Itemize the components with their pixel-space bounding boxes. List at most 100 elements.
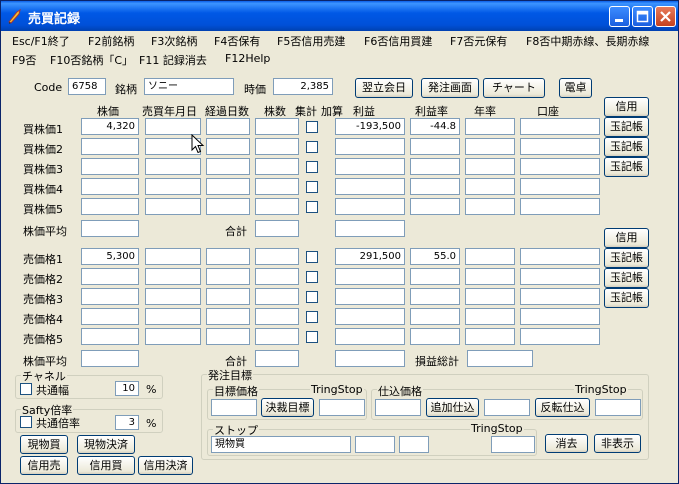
buy-profit-rate-input[interactable]	[410, 158, 460, 175]
buy-date-input[interactable]	[145, 198, 201, 215]
buy-aggregate-checkbox[interactable]	[306, 201, 318, 213]
sell-account-input[interactable]	[520, 288, 600, 305]
target-tringstop-input[interactable]	[319, 399, 365, 416]
buy-price-input[interactable]	[81, 138, 139, 155]
close-button[interactable]	[655, 6, 676, 27]
sell-date-input[interactable]	[145, 308, 201, 325]
buy-price-input[interactable]	[81, 178, 139, 195]
sell-total-profit[interactable]	[335, 350, 405, 367]
sell-price-input[interactable]	[81, 268, 139, 285]
sell-account-input[interactable]	[520, 308, 600, 325]
sell-ledger-button-3[interactable]: 玉記帳	[604, 288, 649, 308]
sell-annual-rate-input[interactable]	[465, 268, 515, 285]
buy-profit-rate-input[interactable]	[410, 138, 460, 155]
buy-account-input[interactable]	[520, 178, 600, 195]
sell-profit-rate-input[interactable]	[410, 288, 460, 305]
name-input[interactable]: ソニー	[144, 78, 234, 95]
target-price-input[interactable]	[211, 399, 257, 416]
buy-ledger-button-3[interactable]: 玉記帳	[604, 157, 649, 177]
channel-common-checkbox[interactable]	[20, 383, 32, 395]
stop-price-input[interactable]	[355, 436, 395, 453]
buy-total-profit[interactable]	[335, 220, 405, 237]
add-purchase-button[interactable]: 追加仕込	[426, 398, 479, 417]
sell-price-input[interactable]	[81, 328, 139, 345]
buy-profit-input[interactable]	[335, 198, 405, 215]
buy-date-input[interactable]	[145, 158, 201, 175]
sell-account-input[interactable]	[520, 248, 600, 265]
sell-shares-input[interactable]	[255, 308, 299, 325]
margin-settle-button[interactable]: 信用決済	[138, 456, 193, 475]
sell-price-input[interactable]	[81, 308, 139, 325]
settle-target-button[interactable]: 決裁目標	[261, 398, 314, 417]
menu-f9[interactable]: F9否	[12, 52, 36, 68]
buy-price-input[interactable]	[81, 158, 139, 175]
buy-total-shares[interactable]	[255, 220, 299, 237]
buy-days-input[interactable]	[206, 138, 250, 155]
sell-date-input[interactable]	[145, 268, 201, 285]
sell-date-input[interactable]	[145, 248, 201, 265]
buy-shares-input[interactable]	[255, 198, 299, 215]
menu-f11[interactable]: F11 記録消去	[139, 52, 207, 68]
sell-annual-rate-input[interactable]	[465, 328, 515, 345]
buy-account-input[interactable]	[520, 158, 600, 175]
sell-price-input[interactable]	[81, 288, 139, 305]
sell-days-input[interactable]	[206, 328, 250, 345]
menu-f5[interactable]: F5否信用売建	[277, 33, 345, 49]
buy-days-input[interactable]	[206, 118, 250, 135]
buy-annual-rate-input[interactable]	[465, 138, 515, 155]
purchase-price-input[interactable]	[375, 399, 421, 416]
sell-ledger-button-1[interactable]: 玉記帳	[604, 248, 649, 268]
hide-button[interactable]: 非表示	[594, 434, 641, 453]
buy-profit-rate-input[interactable]	[410, 178, 460, 195]
menu-f8[interactable]: F8否中期赤線、長期赤線	[526, 33, 649, 49]
buy-shares-input[interactable]	[255, 138, 299, 155]
buy-profit-input[interactable]	[335, 158, 405, 175]
sell-profit-rate-input[interactable]	[410, 328, 460, 345]
buy-price-input[interactable]	[81, 198, 139, 215]
buy-account-input[interactable]	[520, 118, 600, 135]
menu-f4[interactable]: F4否保有	[214, 33, 260, 49]
margin-buy-button[interactable]: 信用買	[77, 456, 135, 475]
minimize-button[interactable]	[609, 6, 630, 27]
sell-shares-input[interactable]	[255, 248, 299, 265]
buy-aggregate-checkbox[interactable]	[306, 121, 318, 133]
sell-profit-input[interactable]	[335, 288, 405, 305]
buy-profit-input[interactable]: -193,500	[335, 118, 405, 135]
buy-shares-input[interactable]	[255, 178, 299, 195]
order-screen-button[interactable]: 発注画面	[421, 78, 479, 98]
buy-profit-rate-input[interactable]: -44.8	[410, 118, 460, 135]
price-input[interactable]: 2,385	[273, 78, 333, 95]
buy-date-input[interactable]	[145, 178, 201, 195]
chart-button[interactable]: チャート	[483, 78, 545, 98]
sell-days-input[interactable]	[206, 308, 250, 325]
purchase-middle-input[interactable]	[484, 399, 530, 416]
buy-account-input[interactable]	[520, 198, 600, 215]
stop-type-input[interactable]: 現物買	[211, 436, 351, 453]
sell-avg-input[interactable]	[81, 350, 139, 367]
buy-days-input[interactable]	[206, 178, 250, 195]
buy-date-input[interactable]	[145, 118, 201, 135]
maximize-button[interactable]	[632, 6, 653, 27]
cash-buy-button[interactable]: 現物買	[20, 435, 68, 454]
sell-account-input[interactable]	[520, 328, 600, 345]
sell-margin-button[interactable]: 信用	[604, 228, 649, 248]
sell-aggregate-checkbox[interactable]	[306, 311, 318, 323]
buy-ledger-button-1[interactable]: 玉記帳	[604, 117, 649, 137]
sell-shares-input[interactable]	[255, 288, 299, 305]
sell-days-input[interactable]	[206, 268, 250, 285]
buy-shares-input[interactable]	[255, 158, 299, 175]
buy-aggregate-checkbox[interactable]	[306, 141, 318, 153]
margin-sell-button[interactable]: 信用売	[20, 456, 68, 475]
next-session-button[interactable]: 翌立会日	[355, 78, 413, 98]
buy-annual-rate-input[interactable]	[465, 178, 515, 195]
sell-days-input[interactable]	[206, 248, 250, 265]
sell-profit-input[interactable]: 291,500	[335, 248, 405, 265]
menu-esc-f1[interactable]: Esc/F1終了	[12, 33, 70, 49]
menu-f10[interactable]: F10否銘柄「C」	[50, 52, 133, 68]
buy-price-input[interactable]: 4,320	[81, 118, 139, 135]
sell-profit-rate-input[interactable]	[410, 308, 460, 325]
sell-date-input[interactable]	[145, 328, 201, 345]
sell-date-input[interactable]	[145, 288, 201, 305]
sell-aggregate-checkbox[interactable]	[306, 291, 318, 303]
sell-shares-input[interactable]	[255, 268, 299, 285]
